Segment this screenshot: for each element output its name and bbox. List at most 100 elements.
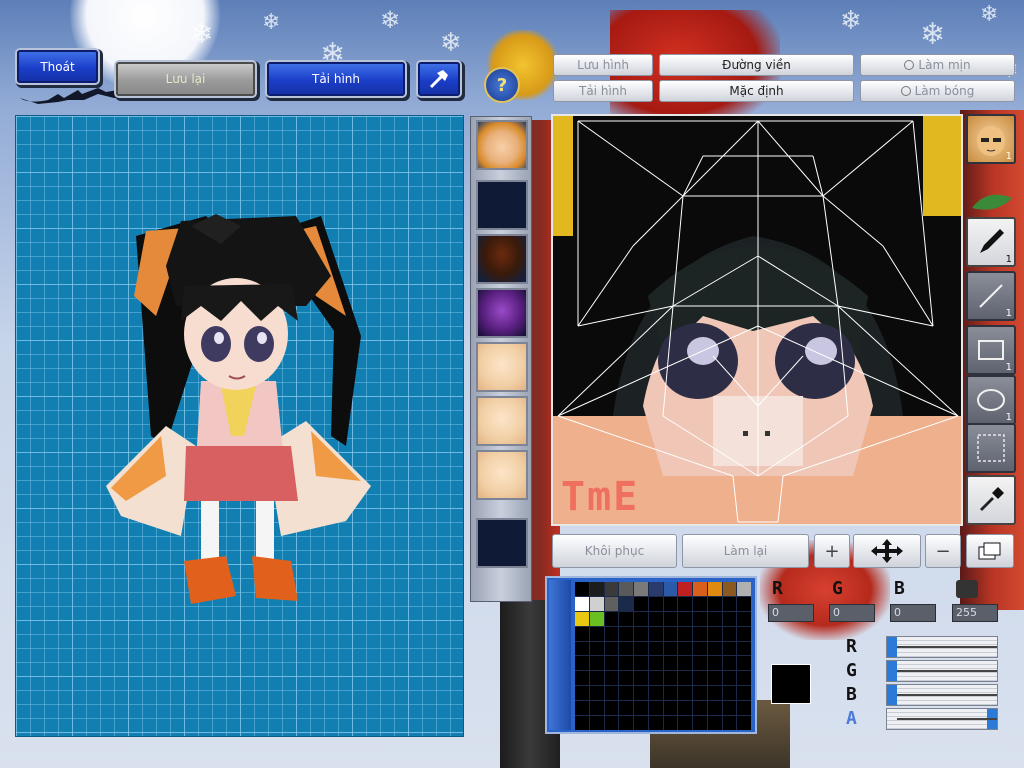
palette-cell[interactable] (589, 671, 604, 686)
palette-cell[interactable] (634, 626, 648, 641)
palette-cell[interactable] (707, 641, 722, 656)
palette-cell[interactable] (707, 656, 722, 671)
palette-cell[interactable] (678, 656, 692, 671)
palette-cell[interactable] (604, 716, 619, 730)
palette-grid[interactable] (575, 582, 751, 730)
palette-cell[interactable] (648, 686, 663, 701)
thumbnail-hair[interactable] (476, 234, 528, 284)
save-button[interactable]: Lưu lại (116, 62, 255, 96)
palette-cell[interactable] (737, 701, 751, 716)
texture-image[interactable] (553, 116, 961, 524)
palette-cell[interactable] (634, 716, 648, 730)
palette-cell[interactable] (737, 641, 751, 656)
thumbnail-face-skin[interactable] (476, 342, 528, 392)
palette-cell[interactable] (678, 671, 692, 686)
b-slider-knob[interactable] (887, 685, 897, 705)
palette-cell[interactable] (693, 686, 707, 701)
palette-cell[interactable] (722, 596, 737, 611)
palette-cell[interactable] (737, 582, 751, 596)
b-slider[interactable] (886, 684, 998, 706)
palette-cell[interactable] (575, 641, 589, 656)
palette-cell[interactable] (663, 626, 678, 641)
palette-cell[interactable] (707, 686, 722, 701)
palette-cell[interactable] (678, 686, 692, 701)
eyedropper-tool[interactable] (966, 475, 1016, 525)
line-tool[interactable]: 1 (966, 271, 1016, 321)
outline-button[interactable]: Đường viền (659, 54, 854, 76)
thumbnail-body-skin[interactable] (476, 396, 528, 446)
palette-cell[interactable] (663, 656, 678, 671)
palette-cell[interactable] (575, 626, 589, 641)
palette-cell[interactable] (693, 641, 707, 656)
palette-cell[interactable] (663, 671, 678, 686)
palette-cell[interactable] (575, 656, 589, 671)
palette-cell[interactable] (634, 611, 648, 626)
a-value[interactable]: 255 (952, 604, 998, 622)
palette-cell[interactable] (737, 716, 751, 730)
texture-edit-canvas[interactable]: TmE (551, 114, 963, 526)
palette-cell[interactable] (693, 671, 707, 686)
palette-cell[interactable] (604, 701, 619, 716)
palette-cell[interactable] (707, 671, 722, 686)
palette-cell[interactable] (648, 582, 663, 596)
palette-cell[interactable] (737, 671, 751, 686)
g-slider[interactable] (886, 660, 998, 682)
r-slider[interactable] (886, 636, 998, 658)
palette-cell[interactable] (663, 686, 678, 701)
select-tool[interactable] (966, 423, 1016, 473)
palette-cell[interactable] (634, 686, 648, 701)
thumbnail-body-skin-2[interactable] (476, 450, 528, 500)
palette-cell[interactable] (589, 582, 604, 596)
palette-cell[interactable] (589, 701, 604, 716)
palette-cell[interactable] (693, 716, 707, 730)
palette-cell[interactable] (575, 582, 589, 596)
palette-cell[interactable] (589, 656, 604, 671)
palette-cell[interactable] (678, 626, 692, 641)
palette-cell[interactable] (619, 716, 633, 730)
palette-cell[interactable] (604, 641, 619, 656)
palette-cell[interactable] (634, 701, 648, 716)
palette-cell[interactable] (619, 671, 633, 686)
palette-cell[interactable] (634, 641, 648, 656)
palette-cell[interactable] (737, 686, 751, 701)
palette-cell[interactable] (634, 596, 648, 611)
palette-cell[interactable] (589, 596, 604, 611)
palette-cell[interactable] (604, 686, 619, 701)
palette-cell[interactable] (663, 611, 678, 626)
palette-cell[interactable] (678, 582, 692, 596)
palette-cell[interactable] (604, 671, 619, 686)
help-button[interactable]: ? (484, 67, 520, 103)
palette-cell[interactable] (575, 596, 589, 611)
palette-cell[interactable] (604, 596, 619, 611)
load-button[interactable]: Tải hình (267, 62, 405, 96)
palette-cell[interactable] (634, 671, 648, 686)
b-value[interactable]: 0 (890, 604, 936, 622)
hammer-button[interactable] (418, 62, 460, 96)
palette-cell[interactable] (693, 701, 707, 716)
3d-preview-canvas[interactable] (15, 115, 464, 737)
palette-cell[interactable] (575, 671, 589, 686)
chibi-character-model[interactable] (16, 116, 465, 738)
palette-cell[interactable] (707, 611, 722, 626)
zoom-in-button[interactable]: + (814, 534, 850, 568)
move-button[interactable] (853, 534, 921, 568)
palette-cell[interactable] (707, 701, 722, 716)
palette-cell[interactable] (589, 686, 604, 701)
palette-cell[interactable] (634, 582, 648, 596)
palette-cell[interactable] (648, 596, 663, 611)
palette-cell[interactable] (589, 716, 604, 730)
palette-cell[interactable] (678, 701, 692, 716)
palette-cell[interactable] (693, 596, 707, 611)
palette-cell[interactable] (648, 701, 663, 716)
g-value[interactable]: 0 (829, 604, 875, 622)
r-slider-knob[interactable] (887, 637, 897, 657)
layers-button[interactable] (966, 534, 1014, 568)
palette-cell[interactable] (707, 582, 722, 596)
palette-cell[interactable] (737, 626, 751, 641)
palette-cell[interactable] (707, 716, 722, 730)
shine-button[interactable]: Làm bóng (860, 80, 1015, 102)
palette-cell[interactable] (722, 641, 737, 656)
thumbnail-hair-purple[interactable] (476, 288, 528, 338)
palette-cell[interactable] (737, 656, 751, 671)
redo-button[interactable]: Làm lại (682, 534, 809, 568)
